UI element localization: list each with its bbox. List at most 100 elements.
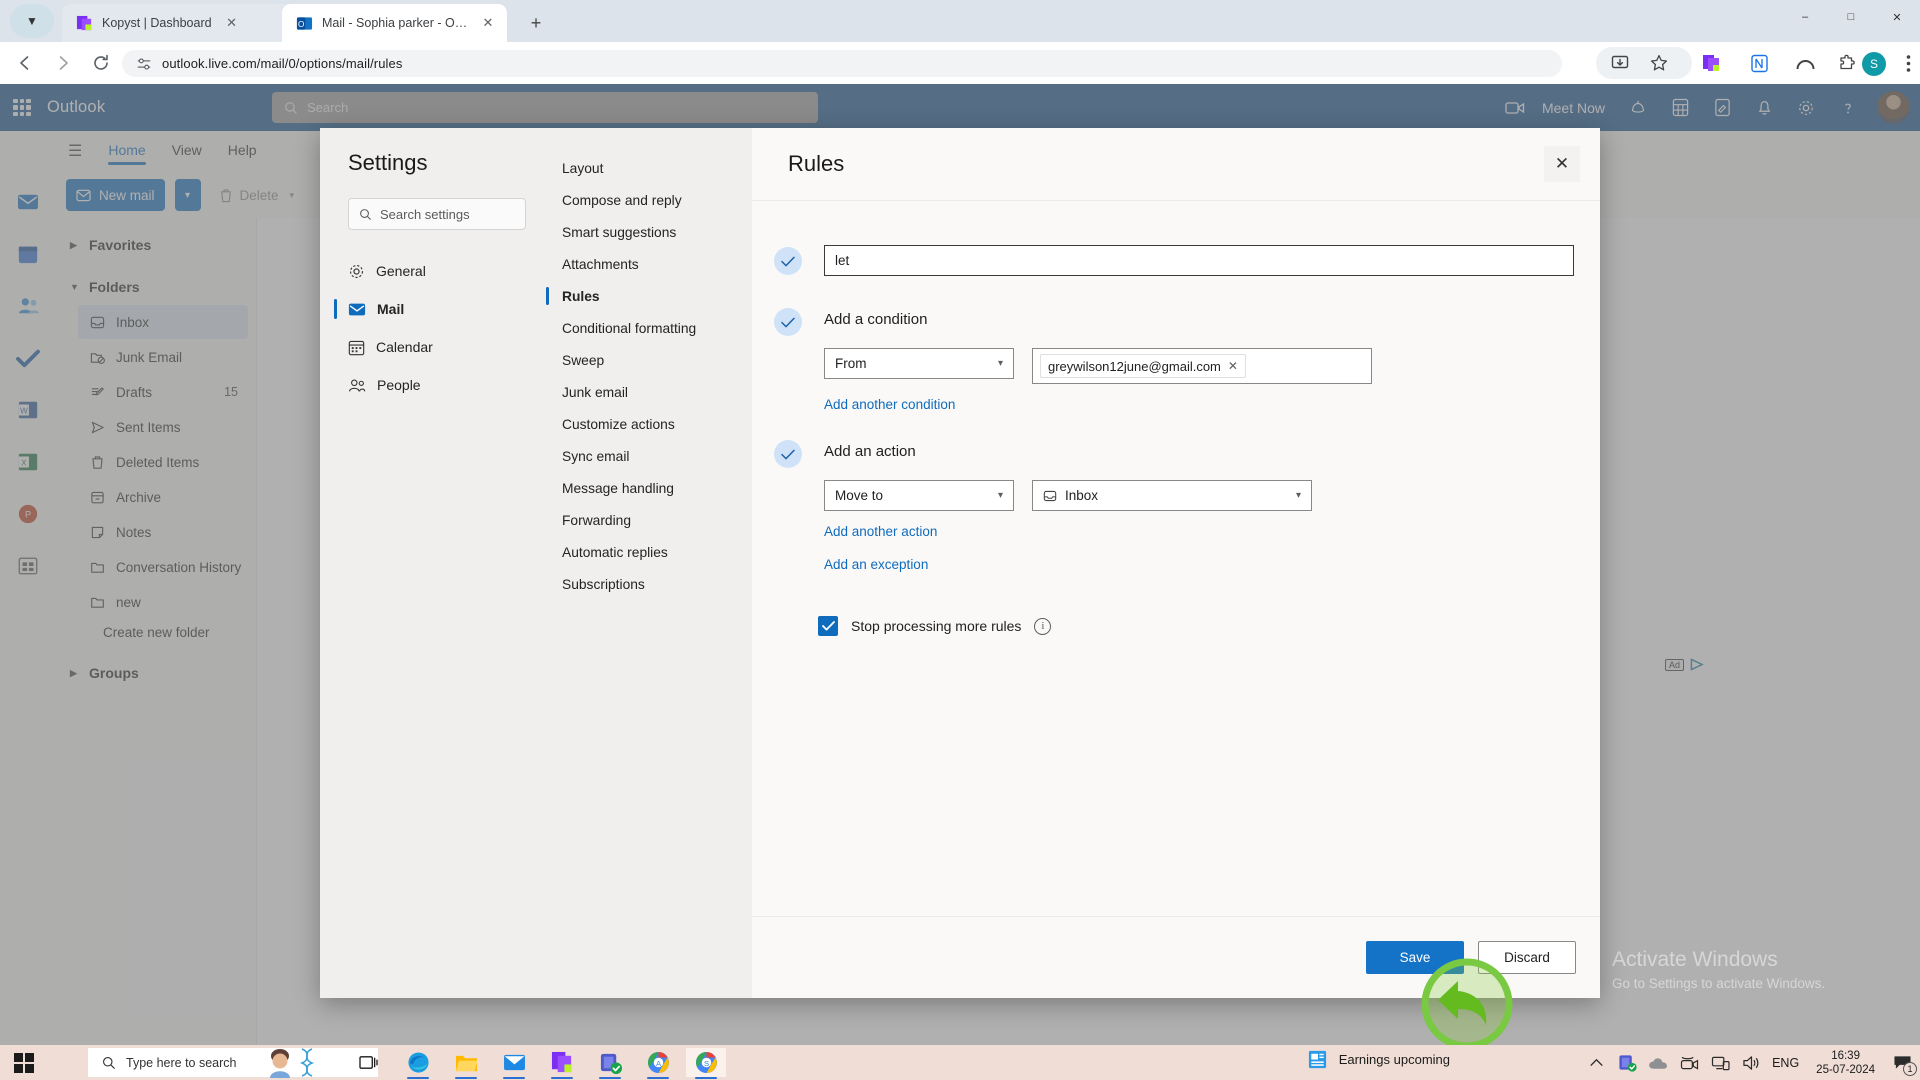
tray-onedrive-icon[interactable] [1648,1053,1668,1073]
dialog-footer: Save Discard [752,916,1600,998]
add-an-exception-link[interactable]: Add an exception [824,557,1600,572]
settings-nav-calendar[interactable]: Calendar [320,328,552,366]
remove-token-icon[interactable]: ✕ [1228,359,1238,373]
notification-count-badge: 1 [1903,1061,1917,1076]
reload-icon[interactable] [86,48,116,78]
close-icon[interactable]: ✕ [221,12,243,34]
subnav-compose-and-reply[interactable]: Compose and reply [552,184,752,216]
search-icon [360,208,371,220]
edge-icon[interactable] [398,1048,438,1079]
calendar-icon [348,340,365,355]
subnav-layout[interactable]: Layout [552,152,752,184]
settings-dialog: Settings Search settings General Mail Ca… [320,128,1600,998]
info-icon[interactable]: i [1034,617,1052,635]
rules-form: let Add a condition From ▾ greywilson12j… [752,200,1600,916]
extensions-puzzle-icon[interactable] [1832,48,1862,78]
condition-controls: From ▾ greywilson12june@gmail.com ✕ [824,348,1600,384]
taskbar-search-box[interactable]: Type here to search [88,1048,378,1077]
grammarly-extension-icon[interactable] [1744,48,1774,78]
browser-tab-kopyst[interactable]: Kopyst | Dashboard ✕ [62,4,307,42]
window-minimize-button[interactable]: – [1782,0,1828,34]
profile-avatar-button[interactable]: S [1862,52,1886,76]
subnav-smart-suggestions[interactable]: Smart suggestions [552,216,752,248]
install-app-icon[interactable] [1605,48,1635,78]
discard-button[interactable]: Discard [1478,941,1576,974]
tray-teams-icon[interactable] [1617,1053,1637,1073]
condition-value-input[interactable]: greywilson12june@gmail.com ✕ [1032,348,1372,384]
browser-tab-outlook[interactable]: O Mail - Sophia parker - Outlook ✕ [282,4,507,42]
back-icon[interactable] [10,48,40,78]
settings-nav-label: General [376,263,426,279]
taskbar-clock[interactable]: 16:39 25-07-2024 [1810,1049,1881,1077]
subnav-rules[interactable]: Rules [546,280,752,312]
settings-nav-mail[interactable]: Mail [320,290,552,328]
address-bar[interactable]: outlook.live.com/mail/0/options/mail/rul… [122,50,1562,77]
subnav-junk-email[interactable]: Junk email [552,376,752,408]
action-target-value: Inbox [1065,488,1099,503]
stop-processing-checkbox[interactable] [818,616,838,636]
language-indicator[interactable]: ENG [1772,1053,1799,1073]
notification-center-icon[interactable]: 1 [1892,1053,1917,1076]
settings-nav-people[interactable]: People [320,366,552,404]
step-check-icon [774,308,802,336]
action-target-dropdown[interactable]: Inbox ▾ [1032,480,1312,511]
save-button[interactable]: Save [1366,941,1464,974]
close-icon[interactable]: ✕ [477,12,499,34]
kopyst-icon[interactable] [542,1048,582,1079]
subnav-conditional-formatting[interactable]: Conditional formatting [552,312,752,344]
teams-icon[interactable] [590,1048,630,1079]
kopyst-extension-icon[interactable] [1696,48,1726,78]
settings-nav-general[interactable]: General [320,252,552,290]
settings-title: Settings [348,150,428,175]
add-condition-label: Add a condition [824,311,928,328]
file-explorer-icon[interactable] [446,1048,486,1079]
settings-search-input[interactable]: Search settings [348,198,526,230]
close-icon[interactable]: ✕ [1544,146,1580,182]
settings-subnav: Layout Compose and reply Smart suggestio… [546,128,752,998]
window-maximize-button[interactable]: □ [1828,0,1874,34]
chrome-a-icon[interactable]: A [638,1048,678,1079]
tray-camera-icon[interactable] [1679,1053,1699,1073]
tab-strip: ▼ Kopyst | Dashboard ✕ O Mail - Sophia p… [0,0,1920,42]
stop-processing-label: Stop processing more rules [851,618,1022,634]
tray-network-icon[interactable] [1710,1053,1730,1073]
forward-icon[interactable] [48,48,78,78]
subnav-message-handling[interactable]: Message handling [552,472,752,504]
new-tab-button[interactable]: + [522,9,550,37]
browser-tab-title: Mail - Sophia parker - Outlook [322,16,468,30]
subnav-forwarding[interactable]: Forwarding [552,504,752,536]
condition-field-dropdown[interactable]: From ▾ [824,348,1014,379]
taskbar-news-widget[interactable]: Earnings upcoming [1307,1049,1450,1070]
subnav-sweep[interactable]: Sweep [552,344,752,376]
tray-chevron-up-icon[interactable] [1586,1053,1606,1073]
add-another-action-link[interactable]: Add another action [824,524,937,539]
add-another-condition-link[interactable]: Add another condition [824,397,955,412]
bookmark-star-icon[interactable] [1644,48,1674,78]
address-bar-url: outlook.live.com/mail/0/options/mail/rul… [162,56,403,71]
step-check-icon [774,440,802,468]
site-settings-icon[interactable] [136,56,152,72]
subnav-customize-actions[interactable]: Customize actions [552,408,752,440]
settings-nav-label: Mail [377,301,405,317]
arc-extension-icon[interactable] [1790,48,1820,78]
taskbar-search-placeholder: Type here to search [126,1055,237,1070]
subnav-sync-email[interactable]: Sync email [552,440,752,472]
task-view-icon[interactable] [348,1048,388,1077]
search-icon [103,1056,116,1069]
tab-search-chevron-icon[interactable]: ▼ [10,4,54,38]
settings-panel-header: Rules ✕ [752,128,1600,200]
browser-menu-icon[interactable] [1893,48,1920,78]
subnav-subscriptions[interactable]: Subscriptions [552,568,752,600]
rule-name-input[interactable]: let [824,245,1574,276]
window-close-button[interactable]: ✕ [1874,0,1920,34]
kopyst-icon [76,15,93,32]
start-button[interactable] [14,1053,34,1073]
recipient-token[interactable]: greywilson12june@gmail.com ✕ [1040,354,1246,378]
subnav-automatic-replies[interactable]: Automatic replies [552,536,752,568]
action-field-dropdown[interactable]: Move to ▾ [824,480,1014,511]
tray-volume-icon[interactable] [1741,1053,1761,1073]
watermark-title: Activate Windows [1612,948,1778,971]
chrome-s-icon[interactable]: S [686,1048,726,1079]
subnav-attachments[interactable]: Attachments [552,248,752,280]
mail-icon[interactable] [494,1048,534,1079]
